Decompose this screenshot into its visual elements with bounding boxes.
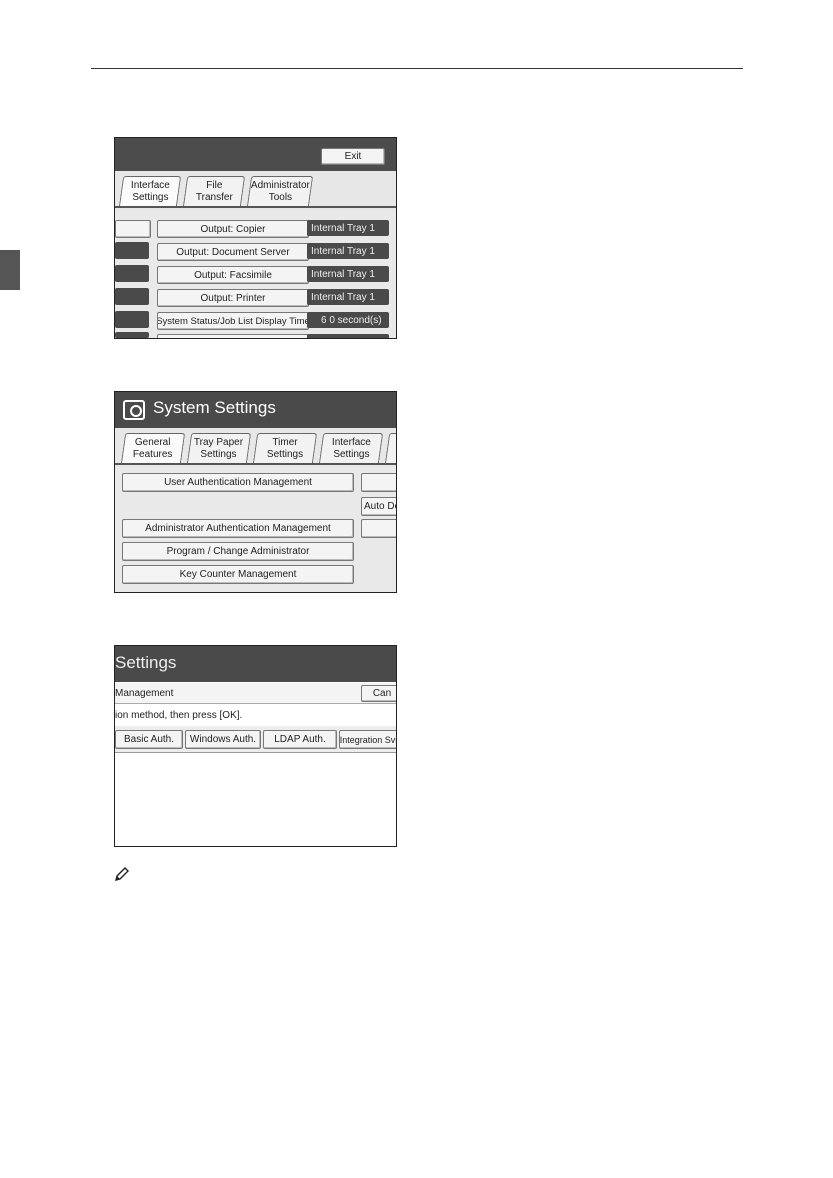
page-title: System Settings (153, 398, 276, 417)
header-rule (91, 68, 743, 69)
screenshot-administrator-tools: Exit Interface Settings File Transfer Ad… (114, 137, 397, 339)
job-list-display-time-button[interactable]: System Status/Job List Display Time (157, 312, 309, 330)
left-setting-value (115, 288, 149, 305)
tab-tray-paper-settings[interactable]: Tray Paper Settings (186, 433, 252, 464)
system-settings-clock-icon (123, 400, 145, 420)
left-setting-button[interactable] (115, 220, 151, 238)
key-counter-management-button[interactable]: Key Counter Management (122, 565, 354, 584)
user-authentication-management-button[interactable]: User Authentication Management (122, 473, 354, 492)
next-setting-value (307, 334, 389, 338)
left-setting-value (115, 332, 149, 338)
tab-next[interactable] (384, 433, 396, 464)
tab-file-transfer[interactable]: File Transfer (182, 176, 246, 207)
note-pencil-icon (115, 867, 129, 881)
windows-auth-button[interactable]: Windows Auth. (185, 730, 261, 749)
chapter-tab-marker (0, 250, 20, 290)
right-column-button[interactable] (361, 473, 396, 492)
cancel-button[interactable]: Can (361, 685, 396, 702)
basic-auth-button[interactable]: Basic Auth. (115, 730, 183, 749)
output-printer-value: Internal Tray 1 (307, 289, 389, 305)
screenshot-system-settings: System Settings General Features Tray Pa… (114, 391, 397, 593)
screenshot-user-authentication-management: Settings Management Can ion method, then… (114, 645, 397, 847)
output-facsimile-button[interactable]: Output: Facsimile (157, 266, 309, 284)
job-list-display-time-value: 6 0 second(s) (307, 312, 389, 328)
output-printer-button[interactable]: Output: Printer (157, 289, 309, 307)
tab-bar: Interface Settings File Transfer Adminis… (115, 171, 396, 211)
integration-server-auth-button[interactable]: Integration Svr. (339, 730, 396, 749)
breadcrumb-label: Management (115, 687, 174, 699)
panel-header: System Settings (115, 392, 396, 428)
output-copier-button[interactable]: Output: Copier (157, 220, 309, 238)
next-setting-button[interactable] (157, 334, 309, 338)
tab-timer-settings[interactable]: Timer Settings (252, 433, 318, 464)
right-column-button[interactable] (361, 519, 396, 538)
tab-underline (115, 206, 396, 208)
left-setting-value (115, 265, 149, 282)
tab-general-features[interactable]: General Features (120, 433, 186, 464)
tab-administrator-tools[interactable]: Administrator Tools (246, 176, 314, 207)
program-change-administrator-button[interactable]: Program / Change Administrator (122, 542, 354, 561)
auth-method-options: Basic Auth. Windows Auth. LDAP Auth. Int… (115, 726, 396, 753)
page-title: Settings (115, 653, 177, 672)
exit-button[interactable]: Exit (321, 148, 385, 165)
instruction-text: ion method, then press [OK]. (115, 705, 396, 725)
left-setting-value (115, 242, 149, 259)
tab-underline (115, 463, 396, 465)
tab-interface-settings[interactable]: Interface Settings (318, 433, 384, 464)
instruction-label: ion method, then press [OK]. (115, 709, 243, 721)
output-facsimile-value: Internal Tray 1 (307, 266, 389, 282)
tab-bar: General Features Tray Paper Settings Tim… (115, 428, 396, 468)
output-document-server-value: Internal Tray 1 (307, 243, 389, 259)
breadcrumb: Management (115, 683, 396, 704)
tab-interface-settings[interactable]: Interface Settings (118, 176, 182, 207)
ldap-auth-button[interactable]: LDAP Auth. (263, 730, 337, 749)
output-copier-value: Internal Tray 1 (307, 220, 389, 236)
panel-header: Settings (115, 646, 396, 682)
output-document-server-button[interactable]: Output: Document Server (157, 243, 309, 261)
auto-delete-button[interactable]: Auto De (361, 497, 396, 516)
administrator-authentication-management-button[interactable]: Administrator Authentication Management (122, 519, 354, 538)
left-setting-value (115, 311, 149, 328)
